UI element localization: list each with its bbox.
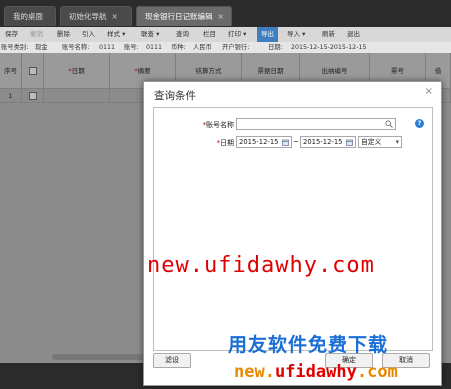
date-from-value: 2015-12-15 bbox=[239, 138, 279, 146]
toolbar: 保存 撤销 删除 引入 样式 ▾ 联查 ▾ 查询 栏目 打印 ▾ 导出 导入 ▾… bbox=[0, 27, 451, 43]
chevron-down-icon: ▾ bbox=[156, 30, 160, 38]
watermark-chinese: 用友软件免费下载 bbox=[228, 334, 389, 356]
export-button[interactable]: 导出 bbox=[257, 27, 278, 42]
chevron-down-icon: ▾ bbox=[302, 30, 306, 38]
calendar-icon[interactable] bbox=[346, 139, 353, 146]
magnifier-icon[interactable] bbox=[385, 120, 393, 128]
column-header-date: *日期 bbox=[44, 53, 110, 89]
account-no-label: 账号: bbox=[124, 44, 139, 51]
import-label: 导入 bbox=[287, 30, 300, 38]
watermark-url-suffix: .com bbox=[356, 362, 398, 382]
query-button[interactable]: 查询 bbox=[176, 29, 189, 40]
exit-button[interactable]: 退出 bbox=[347, 29, 360, 40]
calendar-icon[interactable] bbox=[282, 139, 289, 146]
import-menu[interactable]: 导入 ▾ bbox=[287, 29, 305, 40]
style-menu[interactable]: 样式 ▾ bbox=[107, 29, 125, 40]
label-text: 日期 bbox=[220, 139, 234, 147]
link-label: 联查 bbox=[141, 30, 154, 38]
watermark-url-prefix: new. bbox=[234, 362, 275, 382]
date-preset-select[interactable]: 自定义 ▾ bbox=[358, 136, 402, 148]
tab-label: 我的桌面 bbox=[13, 12, 43, 21]
account-name-field-label: *账号名称 bbox=[184, 120, 235, 130]
date-from-input[interactable]: 2015-12-15 bbox=[236, 136, 292, 148]
watermark-url-main: ufidawhy bbox=[274, 362, 357, 382]
chevron-down-icon: ▾ bbox=[122, 30, 126, 38]
date-to-input[interactable]: 2015-12-15 bbox=[300, 136, 356, 148]
delete-button[interactable]: 删除 bbox=[57, 29, 70, 40]
save-button[interactable]: 保存 bbox=[5, 29, 18, 40]
row-index: 1 bbox=[0, 89, 22, 103]
select-all-checkbox[interactable] bbox=[28, 67, 37, 75]
date-field-label: *日期 bbox=[184, 138, 235, 148]
account-name-value: 0111 bbox=[99, 44, 116, 51]
account-type-value: 现金 bbox=[35, 44, 48, 51]
column-header-select[interactable] bbox=[22, 53, 44, 89]
close-icon[interactable]: × bbox=[112, 12, 118, 21]
close-icon[interactable]: × bbox=[425, 86, 433, 97]
bank-label: 开户银行: bbox=[222, 44, 250, 51]
account-name-input[interactable] bbox=[236, 118, 396, 130]
date-range-value: 2015-12-15-2015-12-15 bbox=[291, 44, 367, 51]
close-icon[interactable]: × bbox=[218, 12, 224, 21]
print-menu[interactable]: 打印 ▾ bbox=[228, 29, 246, 40]
tab-cash-bank-journal[interactable]: 现金银行日记账编辑 × bbox=[136, 6, 232, 26]
date-to-value: 2015-12-15 bbox=[303, 138, 343, 146]
chevron-down-icon: ▾ bbox=[243, 30, 247, 38]
date-separator: ~ bbox=[293, 138, 299, 146]
tab-bar: 我的桌面 初始化导航 × 现金银行日记账编辑 × bbox=[0, 0, 451, 27]
print-label: 打印 bbox=[228, 30, 241, 38]
column-header-index: 序号 bbox=[0, 53, 22, 89]
refresh-button[interactable]: 刷新 bbox=[322, 29, 335, 40]
dialog-title: 查询条件 bbox=[154, 90, 196, 102]
date-preset-value: 自定义 bbox=[361, 138, 382, 146]
currency-label: 币种: bbox=[171, 44, 186, 51]
import-in-button[interactable]: 引入 bbox=[82, 29, 95, 40]
account-no-value: 0111 bbox=[146, 44, 163, 51]
tab-label: 初始化导航 bbox=[69, 12, 107, 21]
date-label: 日期: bbox=[268, 44, 283, 51]
help-icon[interactable]: ? bbox=[415, 119, 424, 128]
filter-settings-button[interactable]: 滤设 bbox=[153, 353, 191, 368]
watermark-url: new.ufidawhy.com bbox=[147, 253, 375, 278]
label-text: 账号名称 bbox=[206, 121, 234, 129]
link-query-menu[interactable]: 联查 ▾ bbox=[141, 29, 159, 40]
chevron-down-icon: ▾ bbox=[395, 138, 399, 146]
tab-label: 现金银行日记账编辑 bbox=[145, 12, 213, 21]
columns-button[interactable]: 栏目 bbox=[203, 29, 216, 40]
tab-my-desktop[interactable]: 我的桌面 bbox=[4, 6, 56, 26]
style-label: 样式 bbox=[107, 30, 120, 38]
dialog-body: *账号名称 ? *日期 2015-12-15 ~ 2015-12-15 自定义 … bbox=[153, 107, 433, 351]
account-type-label: 账号类别: bbox=[1, 44, 29, 51]
column-label: 摘要 bbox=[137, 67, 151, 75]
row-checkbox[interactable] bbox=[28, 92, 37, 100]
tab-init-guide[interactable]: 初始化导航 × bbox=[60, 6, 132, 26]
column-label: 日期 bbox=[71, 67, 85, 75]
currency-value: 人民币 bbox=[193, 44, 212, 51]
row-select[interactable] bbox=[22, 89, 44, 103]
undo-button[interactable]: 撤销 bbox=[30, 29, 43, 40]
account-name-label: 账号名称: bbox=[62, 44, 90, 51]
row-date-cell[interactable] bbox=[44, 89, 110, 103]
watermark-url-small: new.ufidawhy.com bbox=[234, 362, 398, 382]
